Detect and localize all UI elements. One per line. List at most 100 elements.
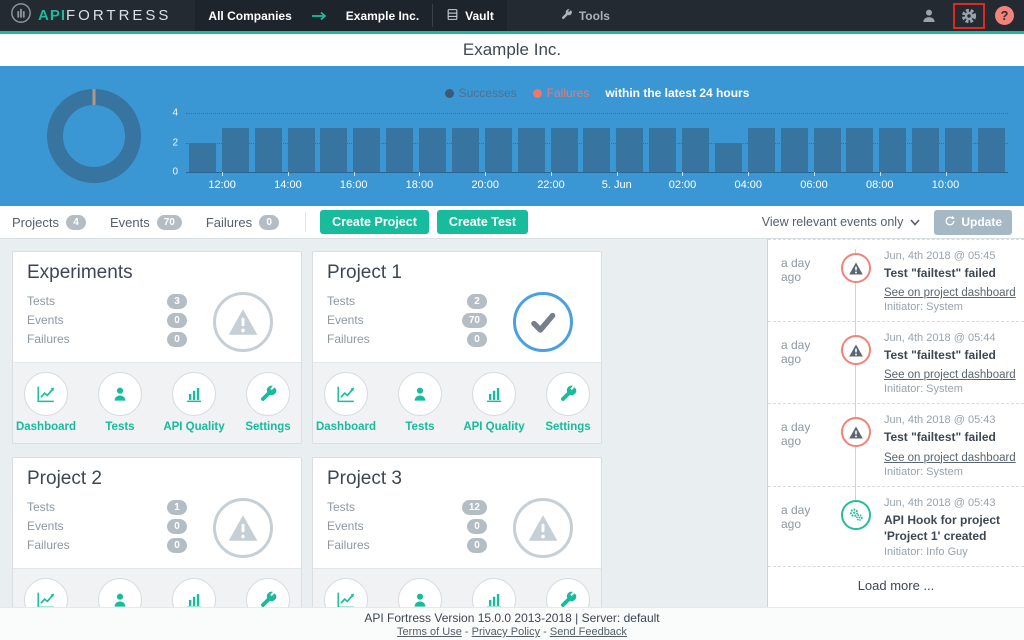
bar (781, 128, 808, 172)
toolbar-stat-projects[interactable]: Projects4 (12, 215, 86, 230)
stat-label: Events (327, 519, 364, 533)
event-dashboard-link[interactable]: See on project dashboard (884, 369, 1016, 381)
project-card: Experiments Tests3 Events0 Failures0 Das… (12, 251, 302, 444)
y-tick-label: 2 (172, 137, 178, 148)
event-initiator: Initiator: Info Guy (884, 546, 1016, 558)
nav-all-companies[interactable]: All Companies (195, 0, 304, 31)
event-title: Test "failtest" failed (884, 347, 1016, 363)
x-tick-label: 02:00 (669, 179, 697, 191)
bar-slot (844, 113, 877, 172)
card-action-dashboard[interactable]: Dashboard (315, 578, 377, 607)
update-button[interactable]: Update (934, 210, 1012, 235)
event-row: a day ago Jun, 4th 2018 @ 05:43 Test "fa… (768, 403, 1024, 485)
bar-slot (350, 113, 383, 172)
x-tick (485, 172, 486, 176)
load-more-button[interactable]: Load more ... (768, 566, 1024, 604)
event-timestamp: Jun, 4th 2018 @ 05:43 (884, 414, 1016, 426)
nav-vault[interactable]: Vault (433, 0, 507, 31)
card-action-api-quality[interactable]: API Quality (163, 372, 225, 433)
bar-slot (745, 113, 778, 172)
wrench-icon (546, 578, 590, 607)
bar-slot (318, 113, 351, 172)
card-action-tests[interactable]: Tests (389, 578, 451, 607)
bar (518, 128, 545, 172)
bar-slot (712, 113, 745, 172)
bar-slot (942, 113, 975, 172)
card-action-settings[interactable]: Settings (537, 372, 599, 433)
x-tick (880, 172, 881, 176)
project-title: Project 1 (327, 262, 587, 284)
event-row: a day ago Jun, 4th 2018 @ 05:43 API Hook… (768, 486, 1024, 566)
card-action-dashboard[interactable]: Dashboard (15, 578, 77, 607)
event-timestamp: Jun, 4th 2018 @ 05:43 (884, 497, 1016, 509)
x-tick (551, 172, 552, 176)
event-timestamp: Jun, 4th 2018 @ 05:44 (884, 332, 1016, 344)
x-tick (222, 172, 223, 176)
bar-slot (482, 113, 515, 172)
create-project-button[interactable]: Create Project (320, 210, 429, 234)
bar (649, 128, 676, 172)
bar-chart-icon (172, 372, 216, 416)
card-action-api-quality[interactable]: API Quality (463, 578, 525, 607)
card-action-settings[interactable]: Settings (537, 578, 599, 607)
app-logo[interactable]: APIFORTRESS (10, 2, 171, 29)
event-dashboard-link[interactable]: See on project dashboard (884, 452, 1016, 464)
wrench-icon (246, 578, 290, 607)
stat-label: Events (27, 519, 64, 533)
stat-count-badge: 0 (259, 215, 279, 230)
failures-dot-icon (533, 89, 542, 98)
project-card: Project 3 Tests12 Events0 Failures0 Dash… (312, 457, 602, 607)
event-initiator: Initiator: System (884, 383, 1016, 395)
tests-count-badge: 1 (167, 500, 187, 515)
card-actions: Dashboard Tests API Quality Settings (313, 568, 601, 607)
bar-slot (548, 113, 581, 172)
settings-gear-icon[interactable] (953, 3, 985, 29)
card-action-dashboard[interactable]: Dashboard (315, 372, 377, 433)
donut-chart (47, 89, 141, 183)
x-axis-labels: 12:0014:0016:0018:0020:0022:005. Jun02:0… (186, 172, 1008, 194)
bar (682, 128, 709, 172)
x-tick (354, 172, 355, 176)
tests-count-badge: 12 (462, 500, 487, 515)
x-tick-label: 04:00 (734, 179, 762, 191)
event-failure-icon (841, 253, 871, 283)
failures-count-badge: 0 (467, 538, 487, 553)
footer-link-terms-of-use[interactable]: Terms of Use (397, 626, 462, 638)
footer-link-privacy-policy[interactable]: Privacy Policy (472, 626, 540, 638)
project-card: Project 1 Tests2 Events70 Failures0 Dash… (312, 251, 602, 444)
help-icon[interactable]: ? (995, 6, 1014, 25)
bar-slot (416, 113, 449, 172)
create-test-button[interactable]: Create Test (437, 210, 528, 234)
footer-link-send-feedback[interactable]: Send Feedback (550, 626, 627, 638)
x-tick-label: 12:00 (208, 179, 236, 191)
legend-failures[interactable]: Failures (533, 86, 590, 100)
stat-label: Tests (327, 500, 355, 514)
title-band: Example Inc. (0, 34, 1024, 66)
card-action-label: API Quality (163, 421, 224, 433)
nav-current-company[interactable]: Example Inc. (333, 0, 432, 31)
nav-tools[interactable]: Tools (547, 8, 623, 24)
x-tick (946, 172, 947, 176)
card-action-tests[interactable]: Tests (89, 372, 151, 433)
legend-successes[interactable]: Successes (445, 86, 517, 100)
refresh-icon (944, 215, 956, 230)
user-account-icon[interactable] (915, 4, 943, 28)
project-title: Experiments (27, 262, 287, 284)
card-action-label: Settings (245, 421, 290, 433)
card-action-settings[interactable]: Settings (237, 578, 299, 607)
event-dashboard-link[interactable]: See on project dashboard (884, 287, 1016, 299)
card-action-tests[interactable]: Tests (89, 578, 151, 607)
card-action-tests[interactable]: Tests (389, 372, 451, 433)
card-action-dashboard[interactable]: Dashboard (15, 372, 77, 433)
event-filter-dropdown[interactable]: View relevant events only (762, 215, 921, 229)
card-action-api-quality[interactable]: API Quality (163, 578, 225, 607)
chart-line-icon (324, 578, 368, 607)
card-action-api-quality[interactable]: API Quality (463, 372, 525, 433)
project-card: Project 2 Tests1 Events0 Failures0 Dashb… (12, 457, 302, 607)
x-tick (682, 172, 683, 176)
project-status-warning-icon (213, 292, 273, 352)
card-action-settings[interactable]: Settings (237, 372, 299, 433)
donut-sliver (93, 89, 96, 105)
toolbar-stat-failures[interactable]: Failures0 (206, 215, 279, 230)
toolbar-stat-events[interactable]: Events70 (110, 215, 182, 230)
